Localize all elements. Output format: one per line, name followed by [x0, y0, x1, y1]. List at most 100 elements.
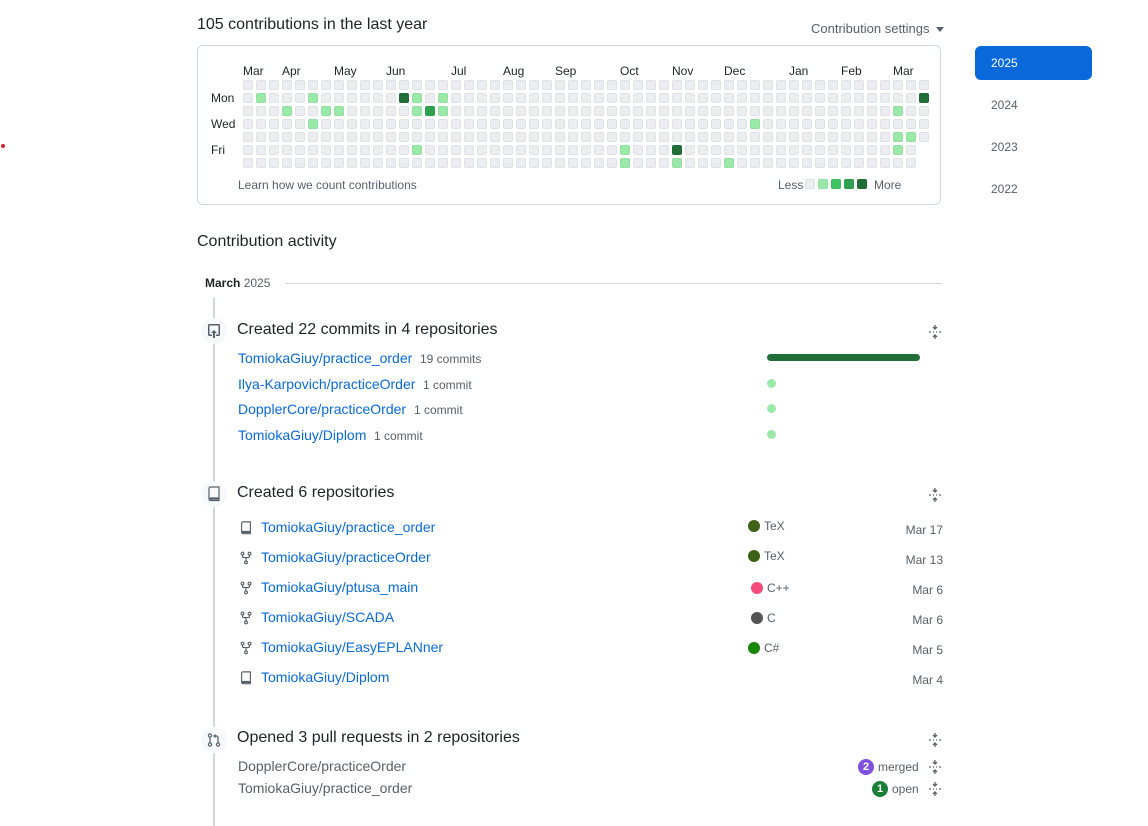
- calendar-day-cell[interactable]: [672, 145, 682, 155]
- calendar-day-cell[interactable]: [802, 80, 812, 90]
- calendar-day-cell[interactable]: [737, 158, 747, 168]
- created-repo-link[interactable]: TomiokaGiuy/EasyEPLANner: [261, 639, 443, 655]
- calendar-day-cell[interactable]: [399, 132, 409, 142]
- calendar-day-cell[interactable]: [490, 119, 500, 129]
- calendar-day-cell[interactable]: [464, 119, 474, 129]
- calendar-day-cell[interactable]: [867, 106, 877, 116]
- calendar-day-cell[interactable]: [919, 119, 929, 129]
- calendar-day-cell[interactable]: [672, 158, 682, 168]
- calendar-day-cell[interactable]: [698, 119, 708, 129]
- calendar-day-cell[interactable]: [594, 80, 604, 90]
- calendar-day-cell[interactable]: [334, 80, 344, 90]
- calendar-day-cell[interactable]: [841, 119, 851, 129]
- calendar-day-cell[interactable]: [308, 106, 318, 116]
- calendar-day-cell[interactable]: [854, 80, 864, 90]
- calendar-day-cell[interactable]: [854, 106, 864, 116]
- calendar-day-cell[interactable]: [802, 106, 812, 116]
- calendar-day-cell[interactable]: [516, 145, 526, 155]
- calendar-day-cell[interactable]: [672, 93, 682, 103]
- calendar-day-cell[interactable]: [659, 145, 669, 155]
- calendar-day-cell[interactable]: [555, 119, 565, 129]
- calendar-day-cell[interactable]: [308, 119, 318, 129]
- calendar-day-cell[interactable]: [256, 132, 266, 142]
- calendar-day-cell[interactable]: [906, 158, 916, 168]
- calendar-day-cell[interactable]: [880, 158, 890, 168]
- calendar-day-cell[interactable]: [659, 93, 669, 103]
- calendar-day-cell[interactable]: [828, 80, 838, 90]
- calendar-day-cell[interactable]: [698, 80, 708, 90]
- calendar-day-cell[interactable]: [594, 132, 604, 142]
- calendar-day-cell[interactable]: [919, 93, 929, 103]
- calendar-day-cell[interactable]: [438, 145, 448, 155]
- calendar-day-cell[interactable]: [802, 93, 812, 103]
- calendar-day-cell[interactable]: [919, 132, 929, 142]
- calendar-day-cell[interactable]: [581, 106, 591, 116]
- calendar-day-cell[interactable]: [373, 93, 383, 103]
- calendar-day-cell[interactable]: [334, 145, 344, 155]
- calendar-day-cell[interactable]: [282, 80, 292, 90]
- calendar-day-cell[interactable]: [789, 80, 799, 90]
- calendar-day-cell[interactable]: [568, 158, 578, 168]
- calendar-day-cell[interactable]: [321, 80, 331, 90]
- calendar-day-cell[interactable]: [789, 145, 799, 155]
- calendar-day-cell[interactable]: [893, 93, 903, 103]
- calendar-day-cell[interactable]: [516, 119, 526, 129]
- calendar-day-cell[interactable]: [269, 119, 279, 129]
- calendar-day-cell[interactable]: [347, 106, 357, 116]
- calendar-day-cell[interactable]: [685, 93, 695, 103]
- calendar-day-cell[interactable]: [529, 132, 539, 142]
- calendar-day-cell[interactable]: [399, 145, 409, 155]
- commit-repo-link[interactable]: TomiokaGiuy/Diplom: [238, 427, 366, 443]
- calendar-day-cell[interactable]: [269, 145, 279, 155]
- calendar-day-cell[interactable]: [308, 158, 318, 168]
- calendar-day-cell[interactable]: [659, 80, 669, 90]
- calendar-day-cell[interactable]: [542, 158, 552, 168]
- calendar-day-cell[interactable]: [906, 132, 916, 142]
- calendar-day-cell[interactable]: [516, 158, 526, 168]
- calendar-day-cell[interactable]: [568, 93, 578, 103]
- calendar-day-cell[interactable]: [464, 106, 474, 116]
- calendar-day-cell[interactable]: [412, 158, 422, 168]
- calendar-day-cell[interactable]: [555, 145, 565, 155]
- calendar-day-cell[interactable]: [464, 158, 474, 168]
- calendar-day-cell[interactable]: [581, 80, 591, 90]
- calendar-day-cell[interactable]: [737, 93, 747, 103]
- calendar-day-cell[interactable]: [399, 158, 409, 168]
- calendar-day-cell[interactable]: [581, 119, 591, 129]
- calendar-day-cell[interactable]: [815, 158, 825, 168]
- calendar-day-cell[interactable]: [503, 80, 513, 90]
- calendar-day-cell[interactable]: [256, 93, 266, 103]
- calendar-day-cell[interactable]: [451, 80, 461, 90]
- calendar-day-cell[interactable]: [893, 80, 903, 90]
- calendar-day-cell[interactable]: [776, 132, 786, 142]
- calendar-day-cell[interactable]: [321, 145, 331, 155]
- calendar-day-cell[interactable]: [555, 158, 565, 168]
- calendar-day-cell[interactable]: [425, 119, 435, 129]
- calendar-day-cell[interactable]: [854, 119, 864, 129]
- calendar-day-cell[interactable]: [386, 132, 396, 142]
- calendar-day-cell[interactable]: [477, 119, 487, 129]
- calendar-day-cell[interactable]: [360, 80, 370, 90]
- year-button-2025[interactable]: 2025: [975, 46, 1092, 80]
- calendar-day-cell[interactable]: [399, 106, 409, 116]
- calendar-day-cell[interactable]: [490, 106, 500, 116]
- calendar-day-cell[interactable]: [334, 119, 344, 129]
- calendar-day-cell[interactable]: [633, 132, 643, 142]
- year-button-2024[interactable]: 2024: [975, 88, 1092, 122]
- calendar-day-cell[interactable]: [412, 145, 422, 155]
- calendar-day-cell[interactable]: [594, 158, 604, 168]
- calendar-day-cell[interactable]: [542, 132, 552, 142]
- calendar-day-cell[interactable]: [854, 145, 864, 155]
- calendar-day-cell[interactable]: [399, 80, 409, 90]
- calendar-day-cell[interactable]: [373, 158, 383, 168]
- calendar-day-cell[interactable]: [490, 158, 500, 168]
- contribution-settings-dropdown[interactable]: Contribution settings: [811, 21, 944, 36]
- calendar-day-cell[interactable]: [750, 80, 760, 90]
- calendar-day-cell[interactable]: [269, 132, 279, 142]
- calendar-day-cell[interactable]: [828, 132, 838, 142]
- calendar-day-cell[interactable]: [503, 93, 513, 103]
- calendar-day-cell[interactable]: [893, 119, 903, 129]
- calendar-day-cell[interactable]: [685, 145, 695, 155]
- calendar-day-cell[interactable]: [386, 106, 396, 116]
- calendar-day-cell[interactable]: [542, 145, 552, 155]
